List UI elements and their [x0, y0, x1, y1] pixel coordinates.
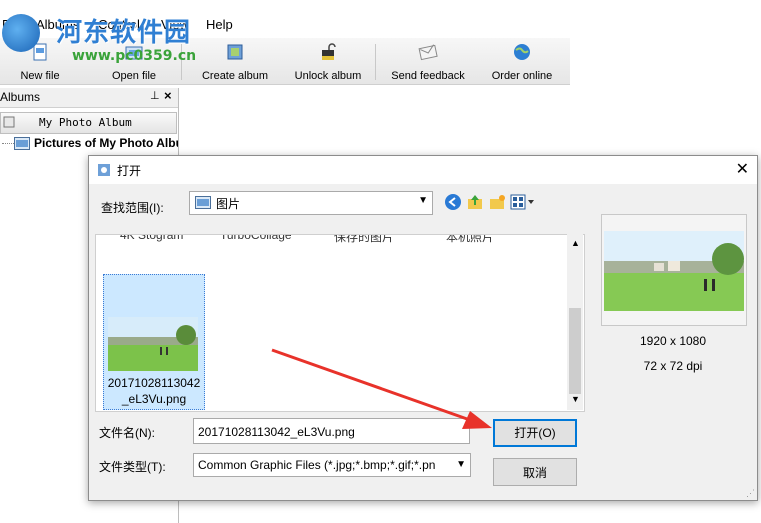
- dialog-close-button[interactable]: ✕: [736, 159, 749, 179]
- pictures-folder-icon: [195, 196, 211, 209]
- envelope-icon: [418, 44, 438, 61]
- back-icon[interactable]: [444, 193, 462, 211]
- scroll-down-icon[interactable]: ▼: [571, 394, 580, 404]
- file-item-saved-pictures[interactable]: 保存的图片: [334, 235, 394, 245]
- nav-toolbar: [444, 193, 544, 213]
- filetype-label: 文件类型(T):: [99, 460, 166, 474]
- file-name-label: 20171028113042 _eL3Vu.png: [104, 375, 204, 407]
- dialog-titlebar: 打开 ✕: [89, 156, 757, 184]
- resize-grip-icon[interactable]: ⋰: [746, 488, 755, 499]
- tree-line: [2, 143, 14, 144]
- filename-label: 文件名(N):: [99, 426, 155, 440]
- file-name-line1: 20171028113042: [107, 376, 201, 390]
- album-root-label: My Photo Album: [39, 116, 132, 129]
- new-folder-icon[interactable]: [488, 193, 506, 211]
- preview-dpi: 72 x 72 dpi: [643, 359, 703, 373]
- unlock-album-button[interactable]: Unlock album: [288, 38, 368, 84]
- album-root-item[interactable]: My Photo Album: [0, 112, 177, 134]
- file-name-line2: _eL3Vu.png: [121, 392, 187, 406]
- open-file-label: Open file: [111, 70, 157, 82]
- filetype-select[interactable]: Common Graphic Files (*.jpg;*.bmp;*.gif;…: [193, 453, 471, 477]
- filetype-value: Common Graphic Files (*.jpg;*.bmp;*.gif;…: [198, 458, 436, 472]
- album-child-item[interactable]: Pictures of My Photo Album: [0, 135, 178, 153]
- scroll-up-icon[interactable]: ▲: [571, 238, 580, 248]
- watermark-url: www.pc0359.cn: [72, 48, 197, 64]
- album-icon: [3, 116, 15, 128]
- preview-dimensions: 1920 x 1080: [639, 334, 707, 348]
- view-menu-icon[interactable]: [510, 193, 536, 211]
- preview-frame: [601, 214, 747, 326]
- app-icon: [98, 164, 110, 176]
- order-online-label: Order online: [491, 70, 553, 82]
- file-list: 4K Stogram TurboCollage 保存的图片 本机照片 20171…: [95, 234, 585, 412]
- watermark-logo: [2, 14, 40, 52]
- watermark: 河东软件园 www.pc0359.cn: [2, 8, 212, 68]
- picture-icon: [14, 137, 30, 150]
- albums-header: Albums ⊥ ×: [0, 88, 178, 108]
- look-in-select[interactable]: 图片 ▼: [189, 191, 433, 215]
- unlock-icon: [322, 43, 336, 60]
- albums-title: Albums: [0, 90, 41, 104]
- cancel-button[interactable]: 取消: [493, 458, 577, 486]
- open-button[interactable]: 打开(O): [493, 419, 577, 447]
- file-item-4k-stogram[interactable]: 4K Stogram: [120, 235, 183, 242]
- send-feedback-button[interactable]: Send feedback: [384, 38, 472, 84]
- vertical-scrollbar[interactable]: ▲ ▼: [567, 234, 583, 410]
- dialog-title: 打开: [117, 164, 142, 178]
- album-child-label: Pictures of My Photo Album: [34, 136, 178, 150]
- send-feedback-label: Send feedback: [391, 70, 465, 82]
- filename-input[interactable]: 20171028113042_eL3Vu.png: [193, 418, 470, 444]
- create-album-icon: [227, 44, 243, 60]
- chevron-down-icon: ▼: [456, 459, 466, 470]
- file-item-camera-roll[interactable]: 本机照片: [446, 235, 494, 245]
- order-online-button[interactable]: Order online: [484, 38, 560, 84]
- toolbar-separator: [375, 44, 376, 80]
- unlock-album-label: Unlock album: [294, 70, 362, 82]
- file-item-turbocollage[interactable]: TurboCollage: [220, 235, 292, 242]
- create-album-label: Create album: [201, 70, 269, 82]
- file-thumbnail: [108, 317, 198, 371]
- pin-icon[interactable]: ⊥: [150, 89, 160, 102]
- watermark-title: 河东软件园: [56, 18, 192, 48]
- scroll-thumb[interactable]: [569, 308, 581, 394]
- open-file-dialog: 打开 ✕ 查找范围(I): 图片 ▼ 4K Stogram TurboColla…: [88, 155, 758, 501]
- look-in-value: 图片: [216, 197, 241, 211]
- new-file-label: New file: [20, 70, 60, 82]
- file-item-selected[interactable]: 20171028113042 _eL3Vu.png: [103, 274, 205, 410]
- close-icon[interactable]: ×: [164, 88, 172, 103]
- globe-icon: [514, 44, 530, 60]
- chevron-down-icon: ▼: [418, 195, 428, 206]
- preview-image: [604, 231, 744, 311]
- up-folder-icon[interactable]: [466, 193, 484, 211]
- look-in-label: 查找范围(I):: [101, 201, 164, 215]
